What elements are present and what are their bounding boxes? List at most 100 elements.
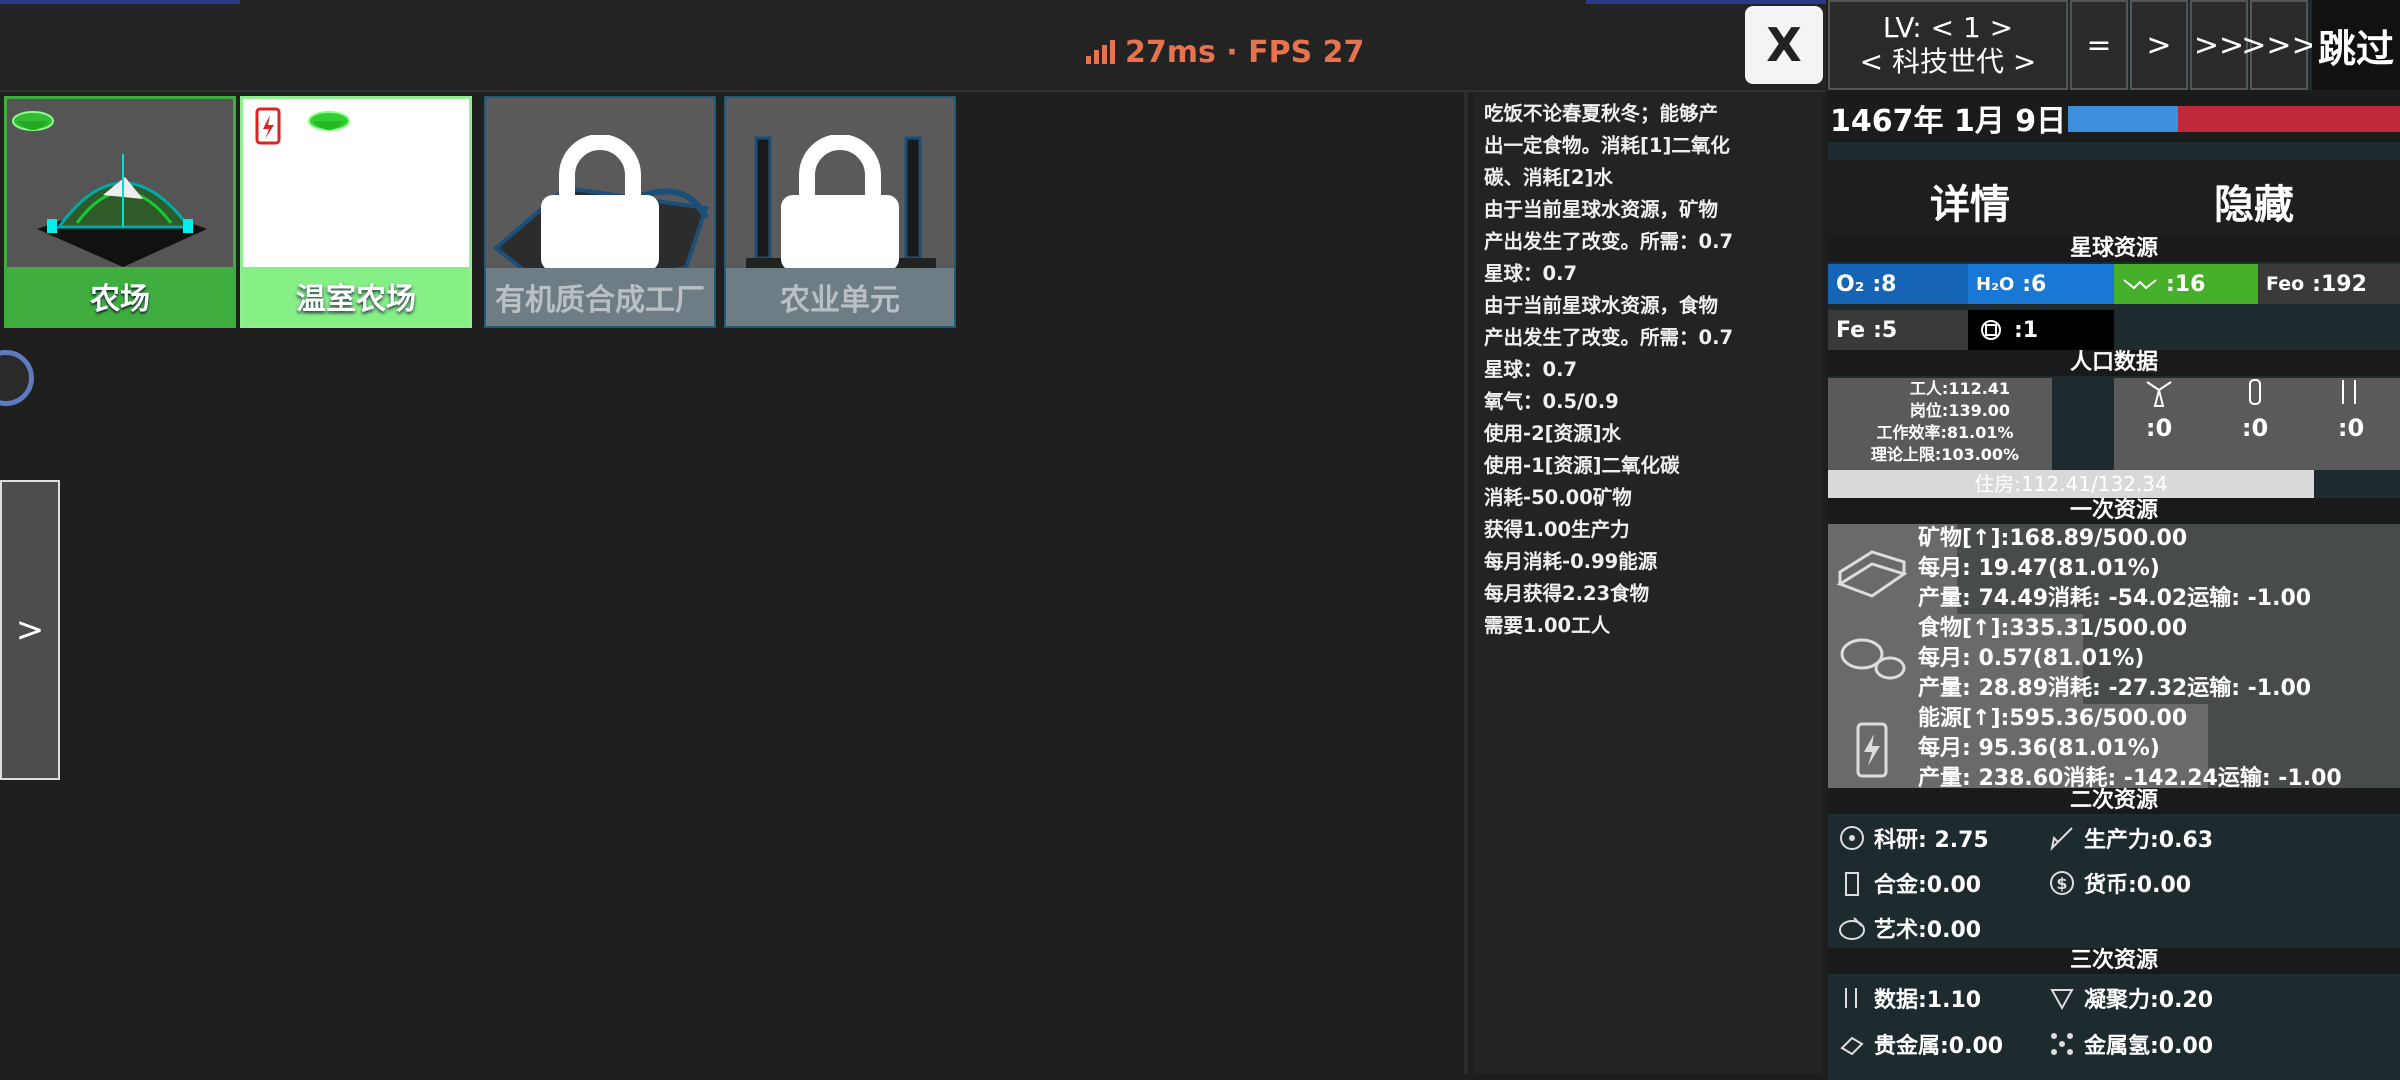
building-card-farm[interactable]: 农场: [4, 96, 236, 328]
battery-icon: [1856, 722, 1888, 778]
performance-indicator: 27ms · FPS 27: [1086, 34, 1364, 70]
palette-icon: [1839, 917, 1865, 940]
food-amount: 食物[↑]:335.31/500.00: [1918, 616, 2188, 641]
chip-value: :1: [2014, 317, 2039, 343]
description-line: 消耗-50.00矿物: [1484, 486, 1632, 509]
o2-symbol: O₂: [1836, 271, 1865, 297]
description-line: 每月消耗-0.99能源: [1484, 550, 1658, 573]
ore-breakdown: 产量: 74.49消耗: -54.02运输: -1.00: [1918, 586, 2312, 611]
metallic-hydrogen-row: 金属氢:0.00: [2048, 1028, 2213, 1060]
building-card-greenhouse[interactable]: 温室农场: [240, 96, 472, 328]
productivity-row: 生产力:0.63: [2048, 822, 2213, 854]
resource-ore: 矿物[↑]:168.89/500.00 每月: 19.47(81.01%) 产量…: [1828, 524, 2400, 614]
skip-button[interactable]: 跳过: [2312, 0, 2400, 90]
level-indicator[interactable]: LV: < 1 > < 科技世代 >: [1828, 0, 2068, 90]
alloy-value: 合金:0.00: [1874, 873, 1982, 898]
building-card-agri-unit[interactable]: 农业单元: [724, 96, 956, 328]
expand-side-button[interactable]: >: [0, 480, 60, 780]
description-line: 产出发生了改变。所需：0.7: [1484, 230, 1734, 253]
research-row: 科研: 2.75: [1838, 822, 1989, 854]
ore-amount: 矿物[↑]:168.89/500.00: [1918, 526, 2188, 551]
date-progress-bar: [2068, 106, 2400, 132]
shovel-icon: [2050, 827, 2073, 852]
theoretical-limit: 理论上限:103.00%: [1870, 445, 2020, 464]
svg-text:$: $: [2056, 874, 2067, 893]
chip-icon: [1981, 320, 2001, 340]
fe-resource: Fe :5: [1828, 310, 1968, 350]
description-line: 产出发生了改变。所需：0.7: [1484, 326, 1734, 349]
date-progress-fill: [2068, 106, 2178, 132]
cohesion-icon: [2050, 989, 2074, 1011]
description-line: 碳、消耗[2]水: [1484, 166, 1613, 189]
building-name: 农场: [7, 267, 233, 325]
building-name: 有机质合成工厂: [486, 268, 714, 326]
currency-value: 货币:0.00: [2084, 873, 2192, 898]
population-title: 人口数据: [1828, 350, 2400, 376]
description-line: 氧气：0.5/0.9: [1484, 390, 1619, 413]
description-line: 星球：0.7: [1484, 358, 1578, 381]
productivity-value: 生产力:0.63: [2084, 828, 2214, 853]
lock-icon: [541, 134, 659, 271]
precious-metal-row: 贵金属:0.00: [1838, 1028, 2003, 1060]
greenhouse-icons: [255, 107, 350, 145]
tab-details[interactable]: 详情: [1930, 172, 2010, 230]
speed-pause-button[interactable]: =: [2070, 0, 2128, 90]
secondary-resources-title: 二次资源: [1828, 788, 2400, 814]
description-line: 由于当前星球水资源，矿物: [1484, 198, 1719, 221]
alloy-icon: [1845, 872, 1859, 896]
pop-type-2: :0: [2210, 378, 2300, 470]
h2o-value: :6: [2022, 271, 2047, 297]
research-value: 科研: 2.75: [1874, 828, 1989, 853]
planet-resources-title: 星球资源: [1828, 236, 2400, 262]
feo-value: :192: [2312, 271, 2367, 297]
housing-bar: 住房:112.41/132.34: [1828, 470, 2314, 498]
ore-monthly: 每月: 19.47(81.01%): [1918, 556, 2160, 581]
top-edge-right: [1586, 0, 1826, 4]
building-name: 温室农场: [243, 267, 469, 325]
precious-metal-value: 贵金属:0.00: [1874, 1034, 2004, 1059]
feo-symbol: Feo: [2266, 273, 2305, 295]
atom-icon: [1840, 826, 1864, 850]
art-value: 艺术:0.00: [1874, 918, 1982, 943]
building-description: 吃饭不论春夏秋冬；能够产 出一定食物。消耗[1]二氧化 碳、消耗[2]水 由于当前星球…: [1474, 92, 1822, 1074]
building-card-organic-factory[interactable]: 有机质合成工厂: [484, 96, 716, 328]
o2-value: :8: [1872, 271, 1897, 297]
date-row: 1467年 1月 9日: [1828, 90, 2400, 142]
resource-food: 食物[↑]:335.31/500.00 每月: 0.57(81.01%) 产量:…: [1828, 614, 2400, 704]
jobs-count: 岗位:139.00: [1909, 401, 2011, 420]
molecule-icon: [2051, 1033, 2073, 1055]
speed-1x-button[interactable]: >: [2130, 0, 2188, 90]
description-line: 星球：0.7: [1484, 262, 1578, 285]
energy-amount: 能源[↑]:595.36/500.00: [1918, 706, 2188, 731]
close-button[interactable]: X: [1745, 6, 1823, 84]
population-stats: 工人:112.41 岗位:139.00 工作效率:81.01% 理论上限:103…: [1828, 378, 2052, 470]
top-bar: [0, 0, 1826, 92]
description-line: 需要1.00工人: [1484, 614, 1611, 637]
speed-2x-button[interactable]: >>: [2190, 0, 2248, 90]
cohesion-value: 凝聚力:0.20: [2084, 988, 2214, 1013]
pop-type-2-count: :0: [2241, 414, 2269, 442]
primary-resources-title: 一次资源: [1828, 498, 2400, 524]
chip-resource: :1: [1968, 310, 2114, 350]
level-value: LV: < 1 >: [1882, 11, 2014, 44]
food-breakdown: 产量: 28.89消耗: -27.32运输: -1.00: [1918, 676, 2312, 701]
data-value: 数据:1.10: [1874, 988, 1982, 1013]
h2o-symbol: H₂O: [1976, 273, 2015, 295]
game-date: 1467年 1月 9日: [1830, 104, 2067, 139]
fe-value: :5: [1873, 317, 1898, 343]
cohesion-row: 凝聚力:0.20: [2048, 982, 2213, 1014]
fps-text: 27ms · FPS 27: [1125, 34, 1365, 70]
description-line: 获得1.00生产力: [1484, 518, 1630, 541]
tab-hide[interactable]: 隐藏: [2214, 172, 2294, 230]
description-line: 使用-2[资源]水: [1484, 422, 1621, 445]
right-panel: LV: < 1 > < 科技世代 > = > >> >>> 跳过 1467年 1…: [1828, 0, 2400, 1080]
farm-dome-icon: [12, 111, 207, 267]
population-types: :0 :0 :0: [2114, 378, 2400, 470]
data-row: 数据:1.10: [1838, 982, 1981, 1014]
feo-resource: Feo :192: [2258, 264, 2400, 304]
description-line: 由于当前星球水资源，食物: [1484, 294, 1719, 317]
art-row: 艺术:0.00: [1838, 912, 1981, 944]
metallic-hydrogen-value: 金属氢:0.00: [2084, 1034, 2214, 1059]
speed-3x-button[interactable]: >>>: [2241, 0, 2317, 90]
building-name: 农业单元: [726, 268, 954, 326]
